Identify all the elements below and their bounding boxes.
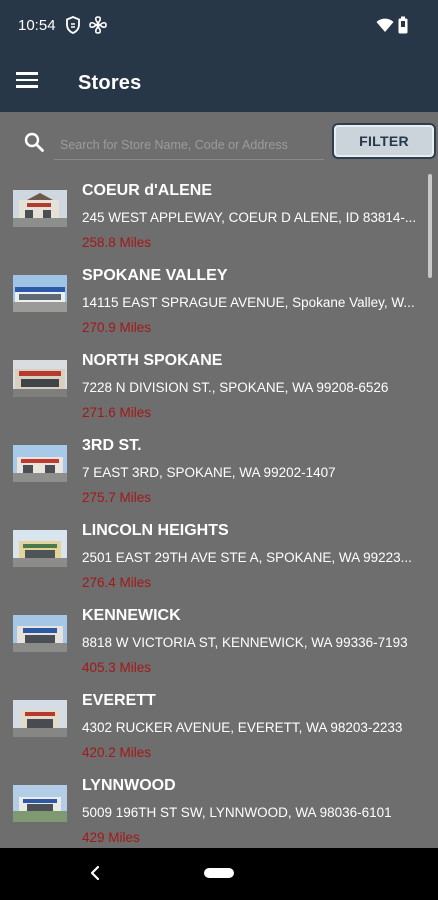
status-bar: 10:54 (0, 0, 438, 52)
list-item[interactable]: KENNEWICK 8818 W VICTORIA ST, KENNEWICK,… (0, 597, 438, 682)
store-photo (13, 275, 67, 312)
store-address: 14115 EAST SPRAGUE AVENUE, Spokane Valle… (82, 295, 415, 310)
store-distance: 276.4 Miles (82, 575, 152, 590)
list-item[interactable]: COEUR d'ALENE 245 WEST APPLEWAY, COEUR D… (0, 172, 438, 257)
store-address: 4302 RUCKER AVENUE, EVERETT, WA 98203-22… (82, 720, 403, 735)
list-item[interactable]: LYNNWOOD 5009 196TH ST SW, LYNNWOOD, WA … (0, 767, 438, 848)
battery-icon (398, 16, 408, 39)
store-distance: 271.6 Miles (82, 405, 152, 420)
store-photo (13, 700, 67, 737)
store-photo (13, 360, 67, 397)
store-name: KENNEWICK (82, 607, 181, 624)
status-time: 10:54 (18, 17, 56, 34)
page-title: Stores (78, 72, 142, 94)
store-distance: 275.7 Miles (82, 490, 152, 505)
store-photo (13, 615, 67, 652)
store-photo (13, 785, 67, 822)
store-distance: 429 Miles (82, 830, 140, 845)
list-item[interactable]: LINCOLN HEIGHTS 2501 EAST 29TH AVE STE A… (0, 512, 438, 597)
system-nav-bar (0, 848, 438, 900)
fan-icon (89, 16, 107, 39)
home-pill-icon[interactable] (204, 868, 234, 878)
store-distance: 420.2 Miles (82, 745, 152, 760)
filter-button[interactable]: FILTER (332, 123, 436, 159)
list-item[interactable]: EVERETT 4302 RUCKER AVENUE, EVERETT, WA … (0, 682, 438, 767)
store-name: 3RD ST. (82, 437, 142, 454)
search-bar: FILTER (0, 112, 438, 172)
list-item[interactable]: 3RD ST. 7 EAST 3RD, SPOKANE, WA 99202-14… (0, 427, 438, 512)
store-distance: 270.9 Miles (82, 320, 152, 335)
store-address: 245 WEST APPLEWAY, COEUR D ALENE, ID 838… (82, 210, 417, 225)
store-name: COEUR d'ALENE (82, 182, 213, 199)
hamburger-menu-icon[interactable] (16, 68, 44, 96)
back-icon[interactable] (88, 864, 102, 887)
search-input[interactable] (54, 130, 324, 160)
store-address: 8818 W VICTORIA ST, KENNEWICK, WA 99336-… (82, 635, 408, 650)
store-name: LINCOLN HEIGHTS (82, 522, 229, 539)
store-address: 7 EAST 3RD, SPOKANE, WA 99202-1407 (82, 465, 336, 480)
wifi-icon (376, 17, 394, 38)
store-distance: 258.8 Miles (82, 235, 152, 250)
store-photo (13, 530, 67, 567)
store-photo (13, 445, 67, 482)
store-address: 5009 196TH ST SW, LYNNWOOD, WA 98036-610… (82, 805, 392, 820)
app-bar: Stores (0, 52, 438, 112)
scrollbar[interactable] (428, 174, 432, 278)
store-name: SPOKANE VALLEY (82, 267, 228, 284)
list-item[interactable]: SPOKANE VALLEY 14115 EAST SPRAGUE AVENUE… (0, 257, 438, 342)
store-distance: 405.3 Miles (82, 660, 152, 675)
store-photo (13, 190, 67, 227)
search-icon (24, 132, 44, 157)
shield-icon (66, 16, 80, 39)
store-name: EVERETT (82, 692, 156, 709)
store-list[interactable]: COEUR d'ALENE 245 WEST APPLEWAY, COEUR D… (0, 172, 438, 848)
store-name: NORTH SPOKANE (82, 352, 223, 369)
store-address: 2501 EAST 29TH AVE STE A, SPOKANE, WA 99… (82, 550, 412, 565)
store-address: 7228 N DIVISION ST., SPOKANE, WA 99208-6… (82, 380, 389, 395)
store-name: LYNNWOOD (82, 777, 176, 794)
list-item[interactable]: NORTH SPOKANE 7228 N DIVISION ST., SPOKA… (0, 342, 438, 427)
